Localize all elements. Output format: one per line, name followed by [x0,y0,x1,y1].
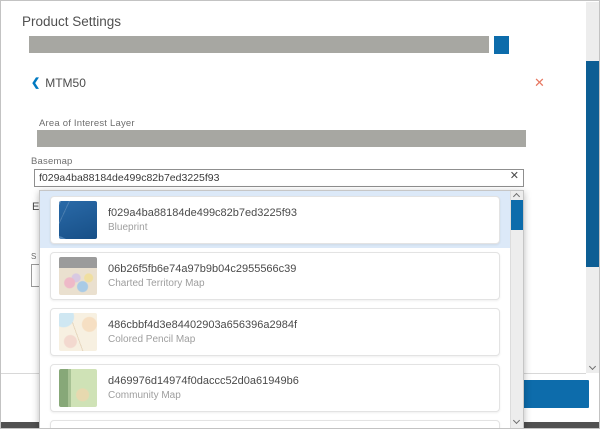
basemap-option-name: Blueprint [108,222,297,233]
basemap-option[interactable]: 06b26f5fb6e74a97b9b04c2955566c39 Charted… [50,252,500,300]
back-chevron-icon: ❮ [31,76,40,90]
basemap-option-text: 486cbbf4d3e84402903a656396a2984f Colored… [108,319,297,345]
basemap-thumbnail [59,369,97,407]
basemap-option-text: 06b26f5fb6e74a97b9b04c2955566c39 Charted… [108,263,296,289]
basemap-label: Basemap [31,156,73,167]
basemap-thumbnail [59,201,97,239]
window-scrollbar[interactable] [586,2,599,373]
redacted-field-bar [29,36,489,53]
close-icon[interactable]: ✕ [534,76,545,90]
area-of-interest-label: Area of Interest Layer [39,118,135,129]
basemap-option-id: d469976d14974f0daccc52d0a61949b6 [108,375,299,387]
basemap-option-text: d469976d14974f0daccc52d0a61949b6 Communi… [108,375,299,401]
basemap-option-text: f029a4ba88184de499c82b7ed3225f93 Bluepri… [108,207,297,233]
basemap-option[interactable]: 486cbbf4d3e84402903a656396a2984f Colored… [50,308,500,356]
basemap-input[interactable] [34,169,524,187]
scroll-up-icon[interactable] [513,193,520,200]
basemap-option-name: Charted Territory Map [108,278,296,289]
accent-square [494,36,509,54]
basemap-option-list: f029a4ba88184de499c82b7ed3225f93 Bluepri… [40,191,510,429]
dropdown-scrollbar-thumb[interactable] [511,200,523,230]
back-nav-label: MTM50 [45,76,86,90]
basemap-option-id: 486cbbf4d3e84402903a656396a2984f [108,319,297,331]
basemap-dropdown: f029a4ba88184de499c82b7ed3225f93 Bluepri… [39,190,524,429]
basemap-thumbnail [59,313,97,351]
basemap-option-id: 06b26f5fb6e74a97b9b04c2955566c39 [108,263,296,275]
dropdown-scrollbar[interactable] [510,191,523,429]
window-scrollbar-thumb[interactable] [586,61,599,267]
basemap-option-id: f029a4ba88184de499c82b7ed3225f93 [108,207,297,219]
basemap-combobox: ✕ [34,168,524,186]
clear-icon[interactable]: ✕ [510,171,519,182]
basemap-option-name: Community Map [108,390,299,401]
scroll-down-icon[interactable] [513,417,520,424]
basemap-option-partial[interactable] [50,420,500,429]
area-of-interest-field[interactable] [37,130,526,147]
scroll-down-icon[interactable] [589,363,596,370]
occluded-label-fragment-s: S [31,252,36,261]
back-nav[interactable]: ❮ MTM50 [31,76,86,90]
basemap-option-name: Colored Pencil Map [108,334,297,345]
page-title: Product Settings [22,14,121,29]
basemap-option[interactable]: f029a4ba88184de499c82b7ed3225f93 Bluepri… [50,196,500,244]
product-settings-window: Product Settings ❮ MTM50 ✕ Area of Inter… [0,0,600,429]
basemap-option[interactable]: d469976d14974f0daccc52d0a61949b6 Communi… [50,364,500,412]
basemap-thumbnail [59,257,97,295]
